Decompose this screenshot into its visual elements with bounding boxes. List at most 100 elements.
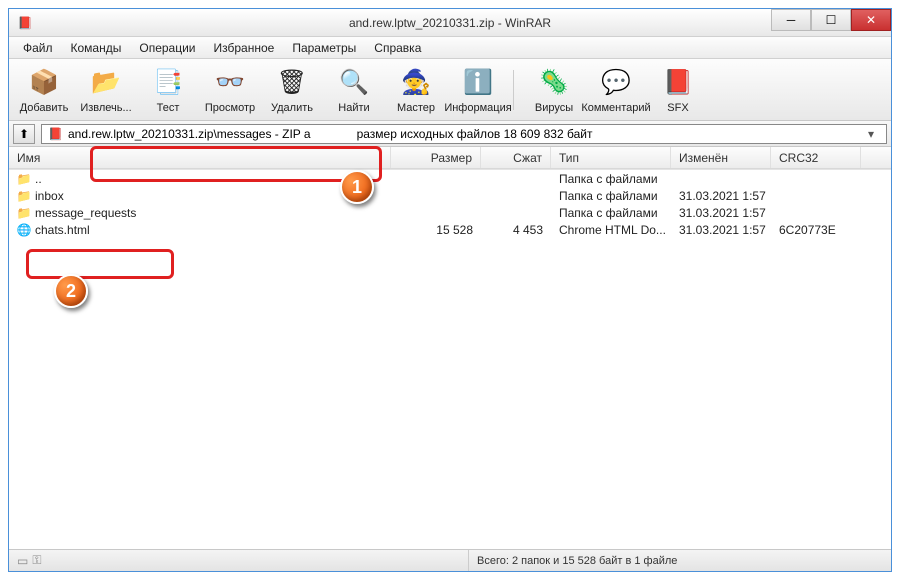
maximize-button[interactable]: ☐: [811, 9, 851, 31]
folder-icon: 📁: [17, 206, 31, 220]
file-packed: [481, 195, 551, 197]
file-crc: [771, 212, 861, 214]
file-type: Chrome HTML Do...: [551, 222, 671, 238]
tool-label: Вирусы: [535, 102, 573, 114]
tool-label: Просмотр: [205, 102, 255, 114]
folder-icon: 📁: [17, 172, 31, 186]
extract-button[interactable]: 📂 Извлечь...: [75, 62, 137, 118]
file-packed: 4 453: [481, 222, 551, 238]
view-button[interactable]: 👓 Просмотр: [199, 62, 261, 118]
file-name: chats.html: [35, 223, 90, 237]
path-tail: размер исходных файлов 18 609 832 байт: [357, 127, 593, 141]
virus-button[interactable]: 🦠 Вирусы: [523, 62, 585, 118]
view-icon: 👓: [213, 66, 247, 100]
html-file-icon: 🌐: [17, 223, 31, 237]
list-body[interactable]: 📁.. Папка с файлами 📁 inbox Папка с файла…: [9, 169, 891, 549]
menu-file[interactable]: Файл: [15, 39, 61, 57]
col-crc[interactable]: CRC32: [771, 147, 861, 168]
delete-button[interactable]: 🗑 Удалить: [261, 62, 323, 118]
find-button[interactable]: 🔍 Найти: [323, 62, 385, 118]
file-modified: 31.03.2021 1:57: [671, 222, 771, 238]
folder-icon: 📁: [17, 189, 31, 203]
col-packed[interactable]: Сжат: [481, 147, 551, 168]
tool-label: Удалить: [271, 102, 313, 114]
file-type: Папка с файлами: [551, 188, 671, 204]
statusbar: ▭ ⚿ Всего: 2 папок и 15 528 байт в 1 фай…: [9, 549, 891, 571]
delete-icon: 🗑: [275, 66, 309, 100]
menu-commands[interactable]: Команды: [63, 39, 130, 57]
add-icon: 📦: [27, 66, 61, 100]
toolbar-separator: [513, 70, 519, 110]
file-type: Папка с файлами: [551, 205, 671, 221]
file-name: message_requests: [35, 206, 136, 220]
tool-label: Тест: [157, 102, 180, 114]
table-row[interactable]: 🌐 chats.html 15 528 4 453 Chrome HTML Do.…: [9, 221, 891, 238]
toolbar: 📦 Добавить 📂 Извлечь... 📑 Тест 👓 Просмотр 🗑 У…: [9, 59, 891, 121]
file-crc: [771, 178, 861, 180]
file-name: ..: [35, 172, 42, 186]
file-type: Папка с файлами: [551, 171, 671, 187]
test-button[interactable]: 📑 Тест: [137, 62, 199, 118]
up-button[interactable]: ⬆: [13, 124, 35, 144]
minimize-button[interactable]: ─: [771, 9, 811, 31]
col-name[interactable]: Имя: [9, 147, 391, 168]
tool-label: SFX: [667, 102, 688, 114]
file-list: Имя Размер Сжат Тип Изменён CRC32 📁.. Па…: [9, 147, 891, 549]
file-packed: [481, 212, 551, 214]
tool-label: Извлечь...: [80, 102, 131, 114]
file-crc: 6C20773E: [771, 222, 861, 238]
file-modified: 31.03.2021 1:57: [671, 188, 771, 204]
file-size: [391, 178, 481, 180]
menu-favorites[interactable]: Избранное: [206, 39, 283, 57]
table-row[interactable]: 📁 inbox Папка с файлами 31.03.2021 1:57: [9, 187, 891, 204]
file-name: inbox: [35, 189, 64, 203]
comment-icon: 💬: [599, 66, 633, 100]
archive-icon: 📕: [48, 127, 62, 141]
tool-label: Мастер: [397, 102, 435, 114]
winrar-window: 📕 and.rew.lptw_20210331.zip - WinRAR ─ ☐…: [8, 8, 892, 572]
annotation-callout-2: 2: [54, 274, 88, 308]
titlebar[interactable]: 📕 and.rew.lptw_20210331.zip - WinRAR ─ ☐…: [9, 9, 891, 37]
table-row[interactable]: 📁.. Папка с файлами: [9, 170, 891, 187]
table-row[interactable]: 📁message_requests Папка с файлами 31.03.…: [9, 204, 891, 221]
tool-label: Добавить: [20, 102, 69, 114]
menu-options[interactable]: Параметры: [284, 39, 364, 57]
window-controls: ─ ☐ ✕: [771, 9, 891, 36]
path-text: and.rew.lptw_20210331.zip\messages - ZIP…: [68, 127, 311, 141]
status-left: ▭ ⚿: [9, 550, 469, 571]
extract-icon: 📂: [89, 66, 123, 100]
comment-button[interactable]: 💬Комментарий: [585, 62, 647, 118]
menu-help[interactable]: Справка: [366, 39, 429, 57]
info-button[interactable]: ℹ️ Информация: [447, 62, 509, 118]
add-button[interactable]: 📦 Добавить: [13, 62, 75, 118]
tool-label: Найти: [338, 102, 369, 114]
list-header: Имя Размер Сжат Тип Изменён CRC32: [9, 147, 891, 169]
app-icon: 📕: [17, 15, 33, 31]
path-field[interactable]: 📕 and.rew.lptw_20210331.zip\messages - Z…: [41, 124, 887, 144]
window-title: and.rew.lptw_20210331.zip - WinRAR: [9, 16, 891, 30]
file-size: [391, 195, 481, 197]
status-summary: Всего: 2 папок и 15 528 байт в 1 файле: [469, 555, 891, 567]
up-arrow-icon: ⬆: [19, 127, 29, 141]
file-crc: [771, 195, 861, 197]
virus-icon: 🦠: [537, 66, 571, 100]
tool-label: Информация: [444, 102, 511, 114]
annotation-callout-1: 1: [340, 170, 374, 204]
file-size: [391, 212, 481, 214]
menu-operations[interactable]: Операции: [131, 39, 203, 57]
col-type[interactable]: Тип: [551, 147, 671, 168]
file-modified: [671, 178, 771, 180]
find-icon: 🔍: [337, 66, 371, 100]
wizard-button[interactable]: 🧙Мастер: [385, 62, 447, 118]
chevron-down-icon[interactable]: ▾: [862, 127, 880, 141]
close-button[interactable]: ✕: [851, 9, 891, 31]
col-modified[interactable]: Изменён: [671, 147, 771, 168]
key-icon: ⚿: [32, 553, 41, 568]
info-icon: ℹ️: [461, 66, 495, 100]
test-icon: 📑: [151, 66, 185, 100]
col-size[interactable]: Размер: [391, 147, 481, 168]
sfx-button[interactable]: 📕SFX: [647, 62, 709, 118]
menubar: Файл Команды Операции Избранное Параметр…: [9, 37, 891, 59]
file-packed: [481, 178, 551, 180]
file-size: 15 528: [391, 222, 481, 238]
